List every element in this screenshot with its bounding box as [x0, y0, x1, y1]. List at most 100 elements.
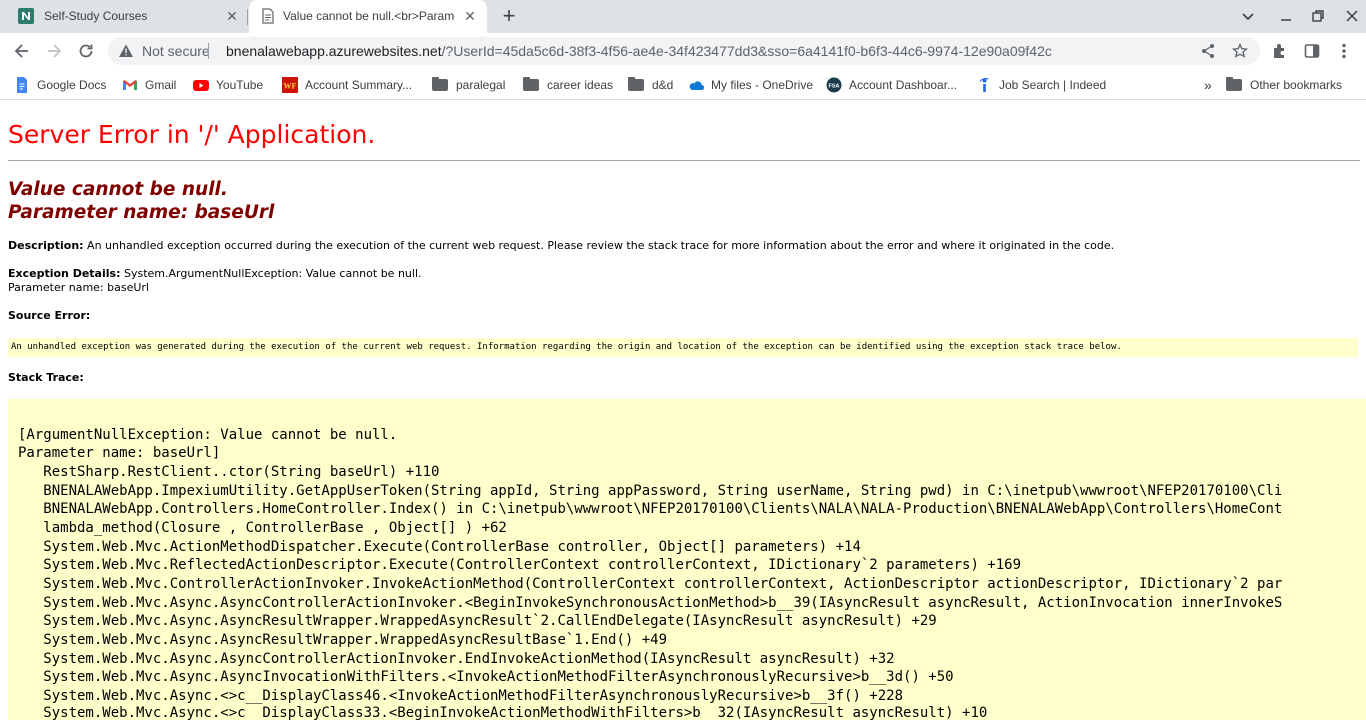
source-error-text: An unhandled exception was generated dur… — [11, 342, 1122, 352]
bookmark-account-summary[interactable]: WF Account Summary... — [282, 76, 412, 94]
exception-details-label: Exception Details: — [8, 267, 121, 280]
stack-trace-line: System.Web.Mvc.Async.<>c__DisplayClass33… — [18, 705, 988, 720]
tab-title: Self-Study Courses — [44, 9, 148, 23]
bookmarks-overflow-chevron-icon[interactable]: » — [1204, 76, 1212, 94]
bookmark-label: Job Search | Indeed — [999, 78, 1107, 92]
error-message-line1: Value cannot be null. — [8, 179, 228, 200]
bookmark-label: YouTube — [216, 78, 264, 92]
stack-trace-box: [ArgumentNullException: Value cannot be … — [8, 399, 1366, 720]
fsa-icon: FSA — [826, 77, 842, 93]
stack-trace-line: lambda_method(Closure , ControllerBase ,… — [18, 520, 507, 536]
restore-icon[interactable] — [1308, 6, 1328, 26]
kebab-menu-icon[interactable] — [1334, 41, 1354, 61]
bookmark-label: Google Docs — [37, 78, 107, 92]
exception-details-section: Exception Details: System.ArgumentNullEx… — [8, 267, 422, 295]
bookmark-folder-dnd[interactable]: d&d — [628, 76, 673, 94]
stack-trace-label: Stack Trace: — [8, 371, 84, 384]
folder-icon — [432, 77, 448, 91]
tab-divider — [247, 9, 248, 25]
reload-icon[interactable] — [76, 41, 96, 61]
error-message: Value cannot be null. Parameter name: ba… — [8, 178, 274, 224]
source-error-box: An unhandled exception was generated dur… — [8, 338, 1358, 357]
bookmark-onedrive[interactable]: My files - OneDrive — [688, 76, 813, 94]
close-window-icon[interactable] — [1342, 6, 1362, 26]
bookmark-star-icon[interactable] — [1232, 43, 1248, 59]
forward-arrow-icon[interactable] — [44, 41, 64, 61]
warning-triangle-icon[interactable] — [118, 43, 134, 59]
address-bar[interactable]: Not secure bnenalawebapp.azurewebsites.n… — [108, 37, 1260, 65]
onedrive-icon — [689, 81, 704, 91]
bookmark-youtube[interactable]: YouTube — [193, 76, 263, 94]
bookmark-account-dashboard[interactable]: FSA Account Dashboar... — [826, 76, 957, 94]
url-text[interactable]: bnenalawebapp.azurewebsites.net/?UserId=… — [226, 43, 1052, 59]
bookmark-label: career ideas — [547, 78, 614, 92]
stack-trace-line: System.Web.Mvc.Async.AsyncInvocationWith… — [18, 669, 954, 685]
address-divider — [208, 43, 209, 59]
back-arrow-icon[interactable] — [12, 41, 32, 61]
exception-details-text: System.ArgumentNullException: Value cann… — [120, 267, 422, 280]
stack-trace-line: System.Web.Mvc.Async.AsyncResultWrapper.… — [18, 632, 668, 648]
browser-toolbar: Not secure bnenalawebapp.azurewebsites.n… — [0, 33, 1366, 70]
extensions-puzzle-icon[interactable] — [1270, 41, 1290, 61]
title-divider — [8, 160, 1360, 161]
minimize-icon[interactable] — [1276, 6, 1296, 26]
close-tab-icon[interactable]: ✕ — [224, 8, 240, 24]
stack-trace-line: System.Web.Mvc.ReflectedActionDescriptor… — [18, 557, 1022, 573]
bookmark-label: Gmail — [145, 78, 177, 92]
stack-trace-section: Stack Trace: — [8, 371, 84, 385]
stack-trace-line: System.Web.Mvc.ActionMethodDispatcher.Ex… — [18, 539, 861, 555]
bookmark-gmail[interactable]: Gmail — [122, 76, 176, 94]
source-error-section: Source Error: — [8, 309, 90, 323]
bookmark-label: Account Dashboar... — [849, 78, 958, 92]
stack-trace-line: System.Web.Mvc.Async.AsyncControllerActi… — [18, 595, 1283, 611]
indeed-icon — [979, 78, 989, 92]
description-text: An unhandled exception occurred during t… — [83, 239, 1115, 252]
stack-trace-line: BNENALAWebApp.Controllers.HomeController… — [18, 501, 1283, 517]
bookmark-label: d&d — [652, 78, 674, 92]
new-tab-icon[interactable]: + — [499, 5, 519, 27]
stack-trace-line: Parameter name: baseUrl] — [18, 445, 221, 461]
url-path: /?UserId=45da5c6d-38f3-4f56-ae4e-34f4234… — [441, 43, 1052, 59]
page-title: Server Error in '/' Application. — [8, 120, 376, 149]
stack-trace-line: System.Web.Mvc.Async.AsyncResultWrapper.… — [18, 613, 937, 629]
stack-trace-line: [ArgumentNullException: Value cannot be … — [18, 427, 398, 443]
bookmark-label: paralegal — [456, 78, 506, 92]
bookmark-label: Other bookmarks — [1250, 78, 1343, 92]
description-section: Description: An unhandled exception occu… — [8, 239, 1114, 253]
folder-icon — [523, 77, 539, 91]
tab-title: Value cannot be null.<br>Parameter name:… — [283, 9, 455, 23]
bookmark-indeed[interactable]: Job Search | Indeed — [976, 76, 1106, 94]
folder-icon — [628, 77, 644, 91]
google-docs-icon — [17, 77, 27, 93]
tab-search-chevron-down-icon[interactable] — [1238, 6, 1258, 26]
description-label: Description: — [8, 239, 84, 252]
bookmark-other-bookmarks[interactable]: Other bookmarks — [1226, 76, 1342, 94]
svg-text:WF: WF — [284, 82, 297, 91]
exception-parameter-text: Parameter name: baseUrl — [8, 281, 149, 294]
document-icon — [262, 8, 274, 24]
wf-icon: WF — [282, 77, 298, 93]
bookmark-label: Account Summary... — [305, 78, 413, 92]
stack-trace-line: BNENALAWebApp.ImpexiumUtility.GetAppUser… — [18, 483, 1283, 499]
error-message-line2: Parameter name: baseUrl — [8, 202, 275, 223]
nala-n-icon — [18, 8, 34, 24]
folder-icon — [1226, 77, 1242, 91]
share-icon[interactable] — [1200, 43, 1216, 59]
url-host: bnenalawebapp.azurewebsites.net — [226, 43, 442, 59]
page-content: Server Error in '/' Application. Value c… — [0, 101, 1366, 720]
bookmark-label: My files - OneDrive — [711, 78, 814, 92]
bookmark-google-docs[interactable]: Google Docs — [14, 76, 106, 94]
stack-trace-line: System.Web.Mvc.Async.AsyncControllerActi… — [18, 651, 895, 667]
tab-server-error[interactable]: Value cannot be null.<br>Parameter name:… — [249, 0, 487, 33]
security-label[interactable]: Not secure — [142, 43, 210, 59]
bookmark-folder-paralegal[interactable]: paralegal — [432, 76, 505, 94]
tab-self-study-courses[interactable]: Self-Study Courses ✕ — [0, 0, 245, 33]
close-tab-icon[interactable]: ✕ — [462, 8, 478, 24]
bookmark-folder-career-ideas[interactable]: career ideas — [523, 76, 613, 94]
stack-trace-line: RestSharp.RestClient..ctor(String baseUr… — [18, 464, 440, 480]
stack-trace-line: System.Web.Mvc.Async.<>c__DisplayClass46… — [18, 688, 904, 704]
source-error-label: Source Error: — [8, 309, 91, 322]
youtube-icon — [193, 80, 209, 91]
side-panel-icon[interactable] — [1302, 41, 1322, 61]
gmail-icon — [123, 80, 137, 90]
